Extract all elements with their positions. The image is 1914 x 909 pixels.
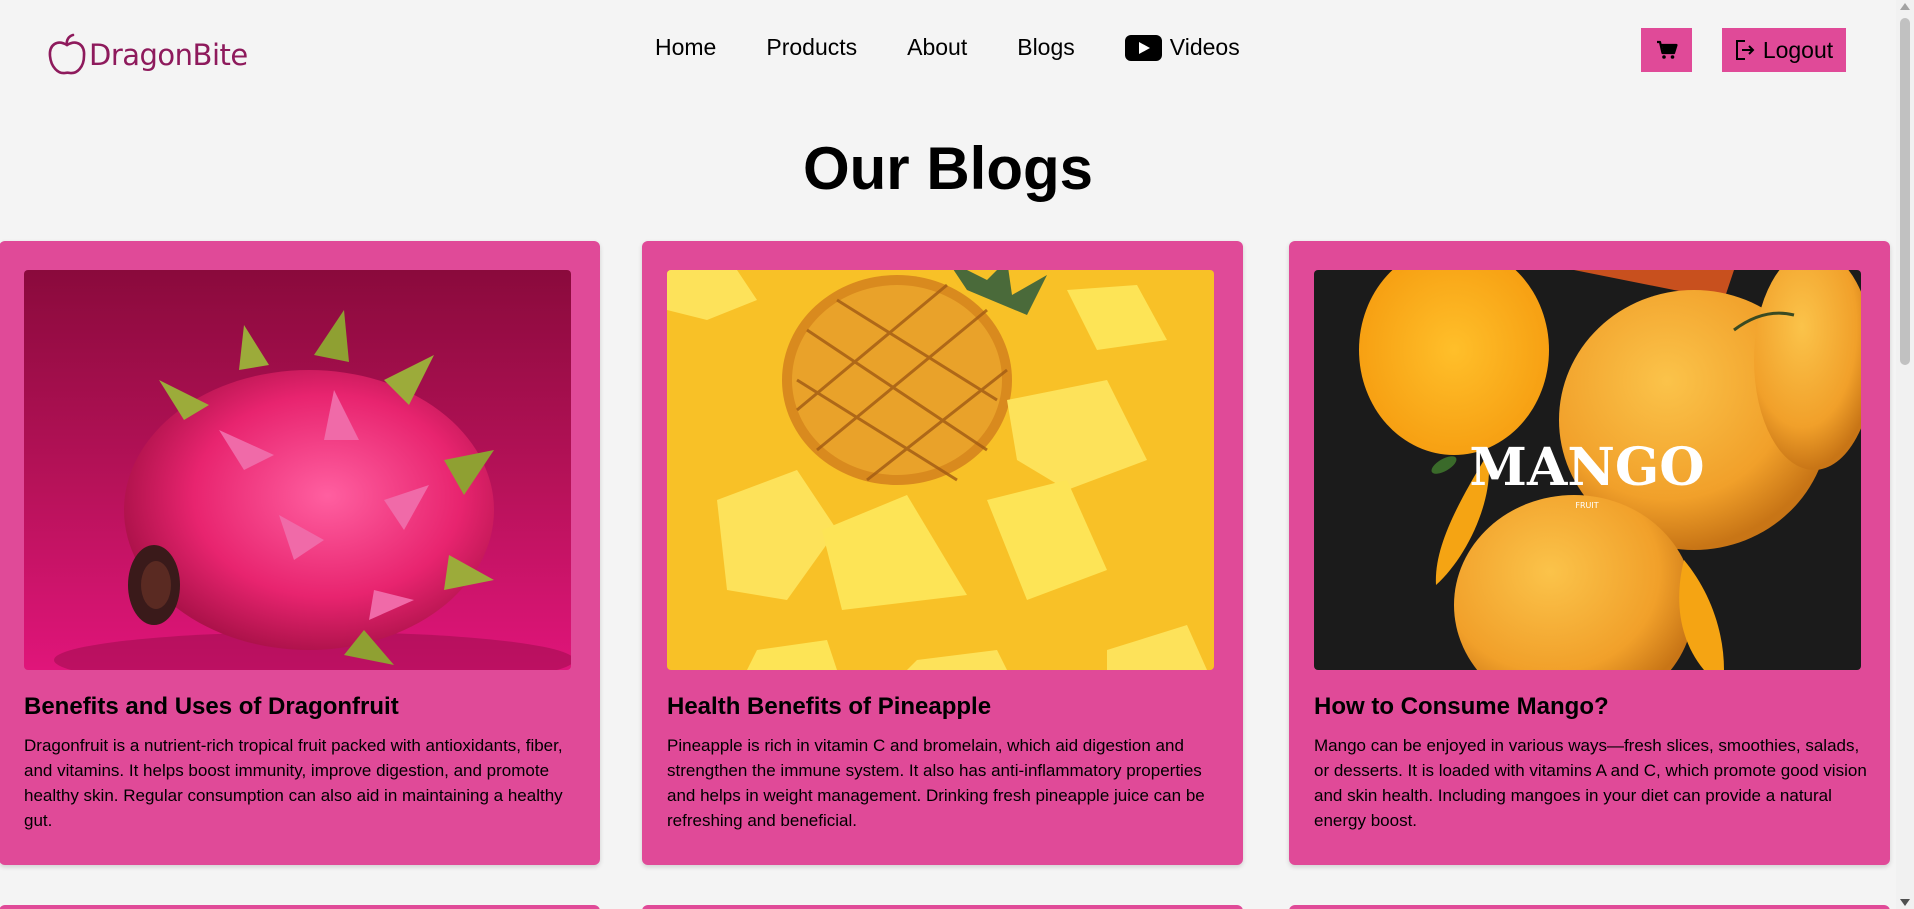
mango-subtitle-text: FRUIT [1575,501,1598,510]
blog-title[interactable]: Health Benefits of Pineapple [667,693,1227,721]
blog-title[interactable]: Benefits and Uses of Dragonfruit [24,693,584,721]
nav-videos-label: Videos [1169,34,1240,60]
navbar: DragonBite Home Products About Blogs Vid… [0,0,1896,100]
nav-about[interactable]: About [907,34,967,61]
mango-image: MANGO FRUIT [1314,270,1861,670]
blog-card[interactable]: Health Benefits of Pineapple Pineapple i… [642,241,1243,865]
blog-title[interactable]: How to Consume Mango? [1314,693,1874,721]
nav-blogs[interactable]: Blogs [1017,34,1075,61]
brand-logo[interactable]: DragonBite [47,33,248,77]
blog-card[interactable]: Benefits and Uses of Dragonfruit Dragonf… [0,241,600,865]
pineapple-image [667,270,1214,670]
blog-description: Mango can be enjoyed in various ways—fre… [1314,736,1867,830]
logout-label: Logout [1762,36,1834,63]
logout-button[interactable]: Logout [1722,28,1846,72]
page-scrollbar[interactable] [1896,0,1914,909]
blog-card-next[interactable] [642,905,1243,909]
blog-card[interactable]: MANGO FRUIT How to Consume Mango? Mango … [1289,241,1890,865]
scroll-down-arrow-icon[interactable] [1900,899,1910,906]
youtube-icon [1124,34,1162,61]
main-nav: Home Products About Blogs Videos [655,34,1240,61]
nav-videos[interactable]: Videos [1124,34,1240,61]
scrollbar-thumb[interactable] [1900,18,1910,365]
blog-description: Pineapple is rich in vitamin C and brome… [667,736,1205,830]
nav-products[interactable]: Products [766,34,857,61]
cart-icon [1656,40,1678,59]
blog-card-next[interactable] [0,905,600,909]
blog-card-next[interactable] [1289,905,1890,909]
apple-logo-icon [48,33,86,75]
logout-icon [1735,40,1755,60]
dragonfruit-image [24,270,571,670]
mango-title-text: MANGO [1469,437,1704,498]
nav-home[interactable]: Home [655,34,716,61]
page-title: Our Blogs [802,135,1093,202]
blog-description: Dragonfruit is a nutrient-rich tropical … [24,736,563,830]
cart-button[interactable] [1641,28,1692,72]
brand-name: DragonBite [89,38,248,72]
scroll-up-arrow-icon[interactable] [1900,3,1910,10]
